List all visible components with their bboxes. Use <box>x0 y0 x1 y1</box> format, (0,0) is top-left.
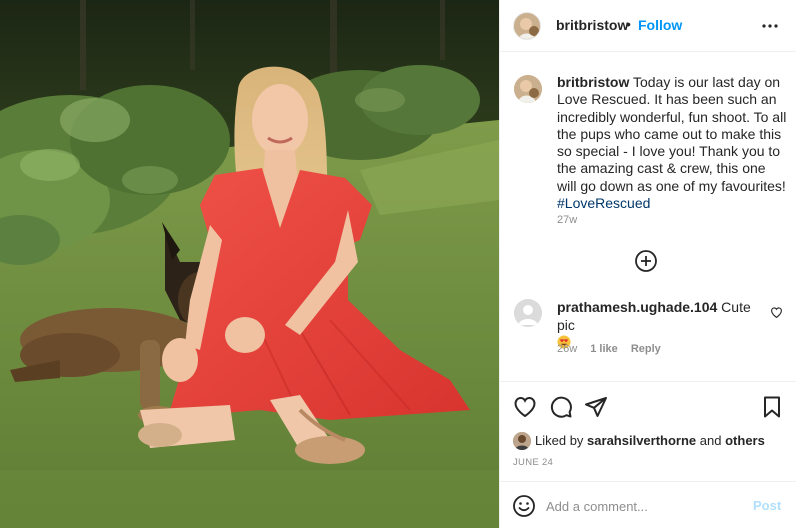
post-photo[interactable] <box>0 0 499 528</box>
avatar-image <box>514 75 542 103</box>
heart-icon[interactable] <box>513 395 537 419</box>
follow-button[interactable]: Follow <box>638 17 682 33</box>
post-caption: britbristow Today is our last day on Lov… <box>557 74 787 212</box>
separator-dot: • <box>626 16 631 32</box>
bookmark-icon[interactable] <box>760 395 784 419</box>
plus-circle-icon[interactable] <box>634 249 658 273</box>
comment-input[interactable] <box>546 495 736 517</box>
reply-button[interactable]: Reply <box>631 343 661 355</box>
caption-avatar[interactable] <box>514 75 542 103</box>
liked-by-prefix: Liked by <box>535 433 584 448</box>
comment-likes[interactable]: 1 like <box>590 343 618 355</box>
comment-icon[interactable] <box>549 395 573 419</box>
comment-meta: 26w 1 like Reply <box>557 343 671 355</box>
comment-heart-icon[interactable] <box>770 306 783 319</box>
comment-username[interactable]: prathamesh.ughade.104 <box>557 299 717 315</box>
caption-timestamp[interactable]: 27w <box>557 214 577 226</box>
share-icon[interactable] <box>584 395 608 419</box>
emoji-smile-icon[interactable] <box>512 494 536 518</box>
liked-by-others[interactable]: others <box>725 433 765 448</box>
more-horizontal-icon[interactable] <box>756 14 784 38</box>
liked-by-user[interactable]: sarahsilverthorne <box>587 433 696 448</box>
caption-username[interactable]: britbristow <box>557 74 629 90</box>
post-comment-button[interactable]: Post <box>753 498 781 513</box>
post-header: britbristow • Follow <box>500 0 796 52</box>
caption-text: Today is our last day on Love Rescued. I… <box>557 74 787 194</box>
avatar-image <box>514 13 540 39</box>
post-side-panel: britbristow • Follow britbristow Today i… <box>499 0 800 528</box>
liked-by-text: Liked by sarahsilverthorne and others <box>535 433 765 448</box>
comment-timestamp[interactable]: 26w <box>557 343 577 355</box>
default-avatar-icon <box>514 299 542 327</box>
author-avatar[interactable] <box>513 12 541 40</box>
actions-divider <box>500 381 796 382</box>
liker-avatar[interactable] <box>513 432 531 450</box>
caption-hashtag[interactable]: #LoveRescued <box>557 195 787 212</box>
liked-by-and: and <box>699 433 722 448</box>
post-date[interactable]: JUNE 24 <box>513 457 553 468</box>
commenter-avatar[interactable] <box>514 299 542 327</box>
avatar-image <box>513 432 531 450</box>
author-username[interactable]: britbristow <box>556 17 628 33</box>
add-comment-bar: Post <box>500 481 796 528</box>
post-image <box>0 0 499 528</box>
